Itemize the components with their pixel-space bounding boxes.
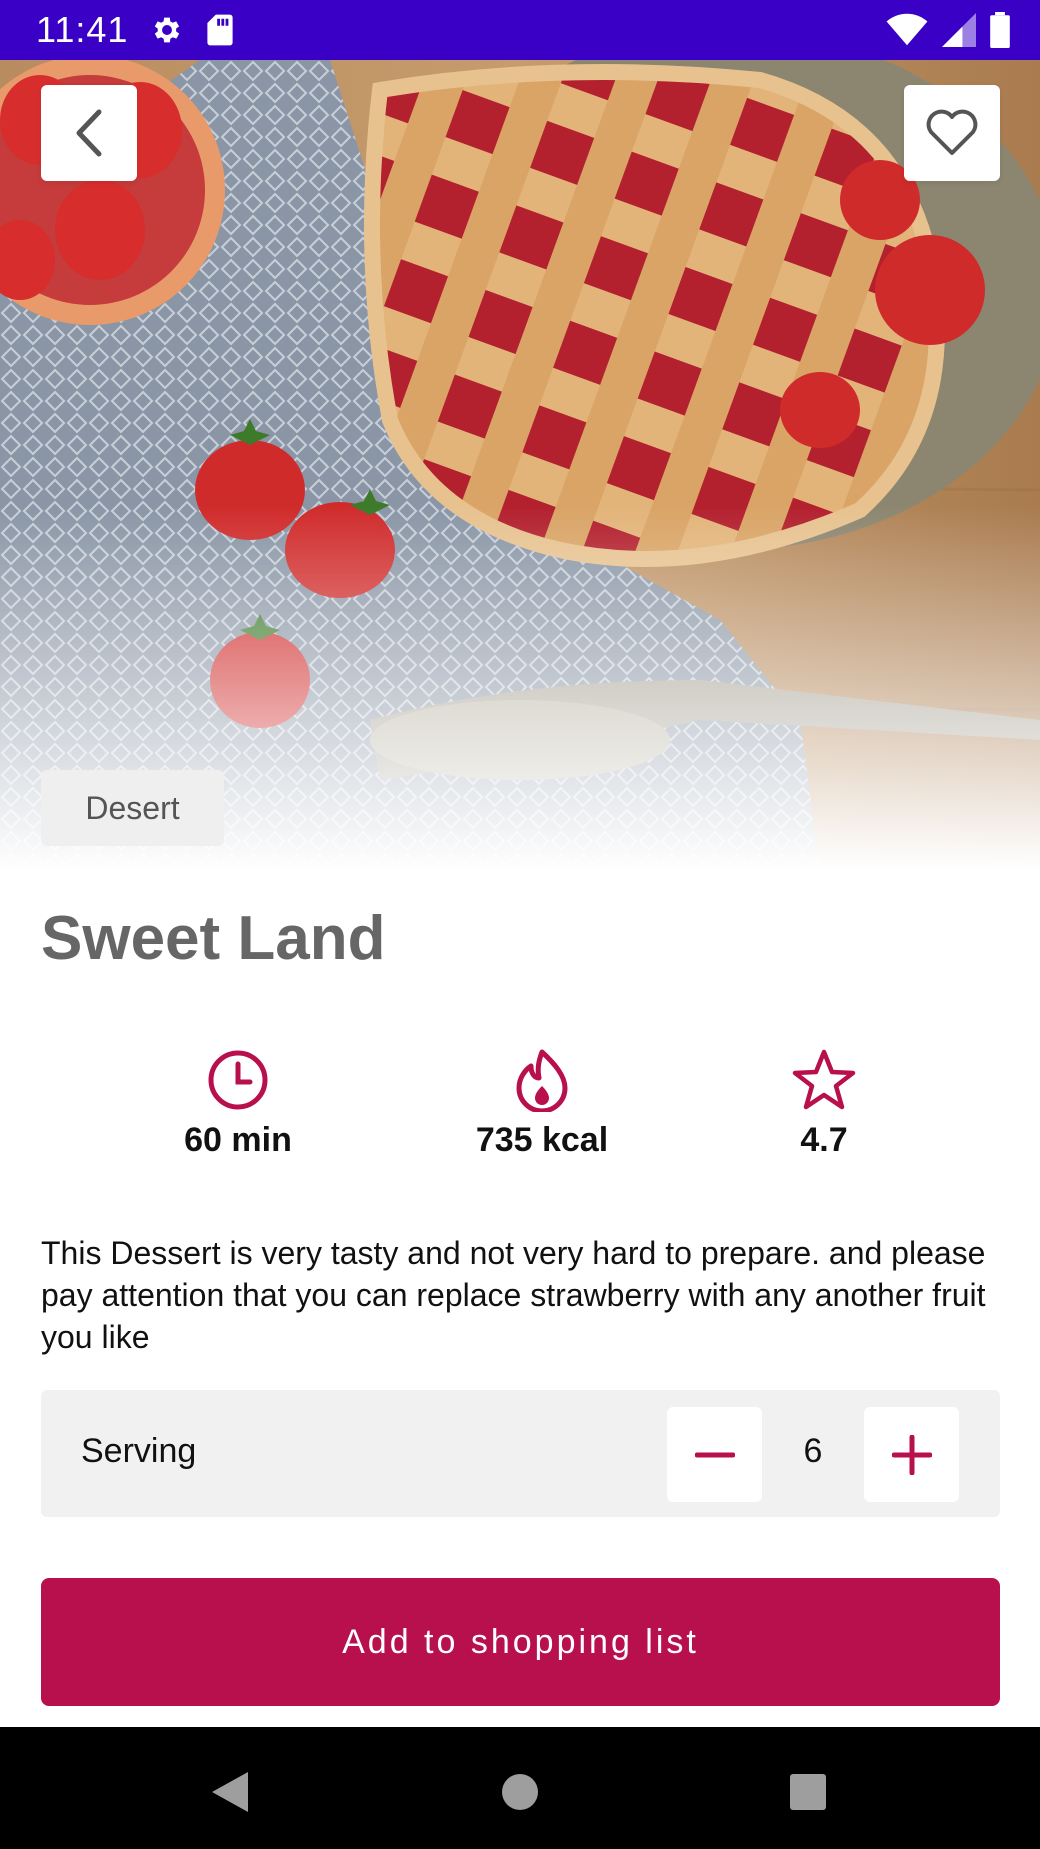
square-recents-icon [790,1774,826,1810]
serving-stepper: Serving 6 [41,1390,1000,1517]
nav-back-button[interactable] [200,1762,260,1822]
serving-label: Serving [81,1432,197,1470]
decrease-serving-button[interactable] [667,1407,762,1502]
system-nav-bar [0,1727,1040,1849]
increase-serving-button[interactable] [864,1407,959,1502]
plus-icon [891,1434,932,1475]
recipe-hero-image [0,60,1040,870]
recipe-title: Sweet Land [41,904,386,973]
stat-rating: 4.7 [714,1045,934,1160]
nav-home-button[interactable] [490,1762,550,1822]
stat-time: 60 min [128,1045,348,1160]
nav-recents-button[interactable] [778,1762,838,1822]
flame-icon [516,1049,568,1112]
stat-time-value: 60 min [184,1121,292,1159]
triangle-back-icon [212,1772,248,1812]
heart-outline-icon [926,109,978,155]
star-outline-icon [792,1049,856,1110]
minus-icon [694,1452,735,1457]
chevron-left-icon [76,109,102,157]
battery-icon [990,12,1010,48]
add-to-shopping-list-button[interactable]: Add to shopping list [41,1578,1000,1706]
category-chip: Desert [41,770,224,846]
back-button[interactable] [41,85,137,181]
status-bar: 11:41 [0,0,1040,60]
circle-home-icon [502,1774,538,1810]
stat-calories: 735 kcal [432,1045,652,1160]
wifi-icon [886,13,928,46]
stat-calories-value: 735 kcal [475,1121,609,1159]
stat-rating-value: 4.7 [800,1121,848,1159]
signal-icon [942,13,976,47]
favorite-button[interactable] [904,85,1000,181]
status-time: 11:41 [36,9,129,50]
sd-card-icon [207,14,234,46]
serving-count: 6 [803,1432,823,1470]
clock-icon [208,1050,268,1110]
recipe-description: This Dessert is very tasty and not very … [41,1235,986,1355]
settings-icon [155,17,180,43]
